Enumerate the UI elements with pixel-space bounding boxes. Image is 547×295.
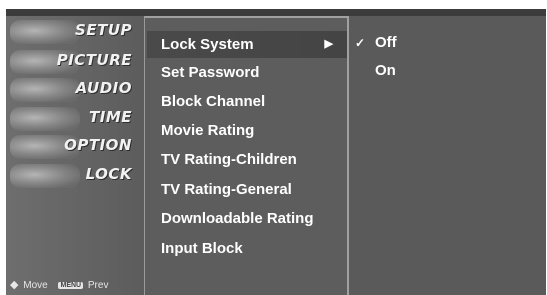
prev-label: Prev xyxy=(87,280,109,291)
lock-submenu: Lock System ▶ Set Password Block Channel… xyxy=(145,16,349,295)
category-time[interactable]: TIME xyxy=(6,105,144,133)
nav-hint-footer: ◆ Move MENU Prev xyxy=(10,278,144,292)
satellite-dish-icon xyxy=(10,20,80,44)
submenu-item-tv-rating-general[interactable]: TV Rating-General xyxy=(147,176,347,203)
option-on[interactable]: On xyxy=(349,60,539,82)
submenu-item-label: Movie Rating xyxy=(161,122,255,139)
submenu-item-input-block[interactable]: Input Block xyxy=(147,235,347,262)
move-arrows-icon: ◆ xyxy=(10,279,19,291)
category-label: OPTION xyxy=(64,136,132,154)
category-label: LOCK xyxy=(85,165,132,183)
submenu-item-movie-rating[interactable]: Movie Rating xyxy=(147,117,347,144)
category-label: TIME xyxy=(89,108,132,126)
category-audio[interactable]: AUDIO xyxy=(6,76,144,104)
category-column: SETUP PICTURE AUDIO TIME OPTION LOCK ◆ M… xyxy=(6,16,146,295)
option-label: Off xyxy=(375,34,397,51)
checkmark-icon: ✓ xyxy=(355,36,366,50)
speaker-icon xyxy=(10,78,80,102)
submenu-item-label: TV Rating-General xyxy=(161,181,292,198)
category-lock[interactable]: LOCK xyxy=(6,162,144,190)
arrow-right-icon: ▶ xyxy=(324,38,333,50)
category-label: AUDIO xyxy=(75,79,132,97)
submenu-item-tv-rating-children[interactable]: TV Rating-Children xyxy=(147,146,347,173)
category-label: SETUP xyxy=(75,21,132,39)
category-setup[interactable]: SETUP xyxy=(6,18,144,46)
submenu-item-label: Block Channel xyxy=(161,93,266,110)
lock-icon xyxy=(10,164,80,188)
submenu-item-set-password[interactable]: Set Password xyxy=(147,59,347,86)
category-option[interactable]: OPTION xyxy=(6,133,144,161)
submenu-top-border xyxy=(145,16,347,18)
menu-key-icon: MENU xyxy=(58,282,84,289)
clock-icon xyxy=(10,107,80,131)
top-bar xyxy=(6,9,546,16)
submenu-item-lock-system[interactable]: Lock System ▶ xyxy=(147,31,347,58)
category-picture[interactable]: PICTURE xyxy=(6,48,144,76)
option-label: On xyxy=(375,62,396,79)
submenu-item-block-channel[interactable]: Block Channel xyxy=(147,88,347,115)
submenu-item-label: Set Password xyxy=(161,64,260,81)
lock-system-options: ✓ Off On xyxy=(349,16,546,295)
submenu-item-label: Downloadable Rating xyxy=(161,210,314,227)
submenu-item-label: TV Rating-Children xyxy=(161,151,297,168)
category-label: PICTURE xyxy=(56,51,132,69)
submenu-item-label: Lock System xyxy=(161,36,254,53)
move-label: Move xyxy=(23,280,48,291)
submenu-item-label: Input Block xyxy=(161,240,243,257)
option-off[interactable]: ✓ Off xyxy=(349,32,539,54)
submenu-item-downloadable-rating[interactable]: Downloadable Rating xyxy=(147,205,347,232)
